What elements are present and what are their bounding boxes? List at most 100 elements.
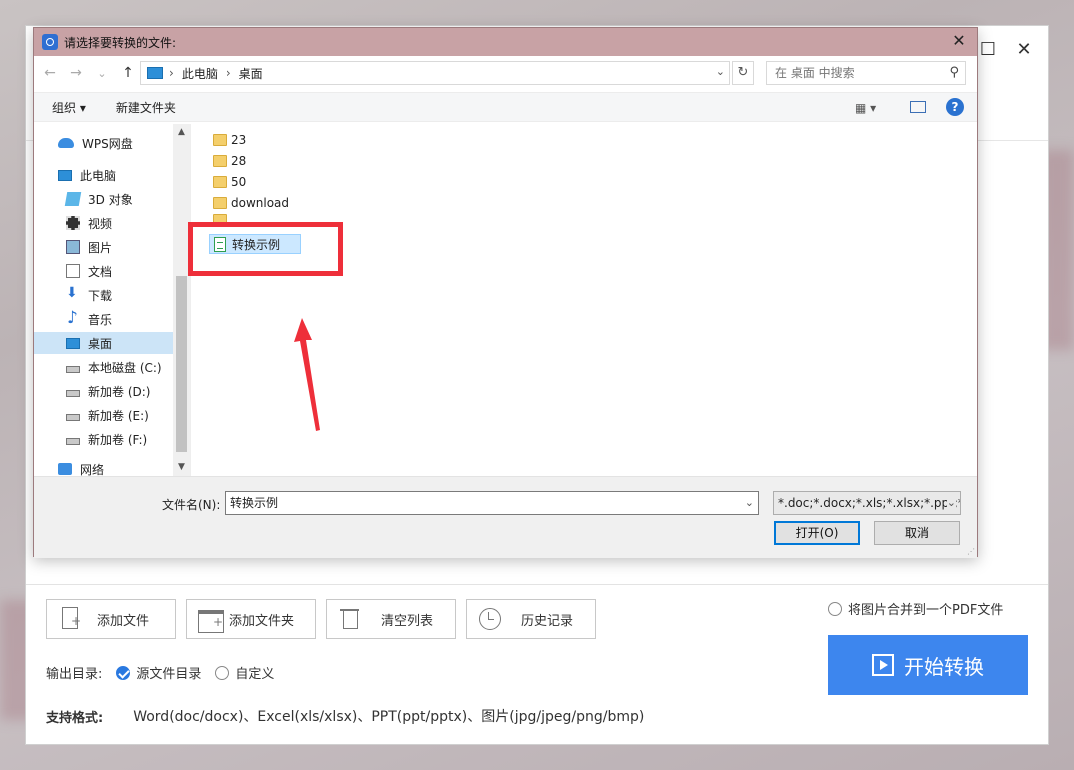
forward-arrow-icon[interactable]: → — [66, 65, 86, 81]
disk-icon — [66, 365, 80, 373]
nav-item-music[interactable]: 音乐 — [34, 308, 173, 330]
output-custom-label: 自定义 — [235, 667, 275, 682]
preview-pane-icon[interactable] — [910, 101, 926, 113]
output-source-radio[interactable] — [116, 665, 131, 680]
file-item-folder[interactable]: 23 — [213, 130, 246, 150]
navigation-bar: ← → ⌄ ↑ › 此电脑 › 桌面 ⌄ ↻ 在 桌面 中搜索 ⚲ — [34, 58, 977, 88]
file-open-dialog: 请选择要转换的文件: ✕ ← → ⌄ ↑ › 此电脑 › 桌面 ⌄ ↻ 在 桌面… — [33, 27, 978, 558]
nav-item-drive-f[interactable]: 新加卷 (F:) — [34, 428, 173, 450]
up-arrow-icon[interactable]: ↑ — [118, 65, 138, 81]
file-item-folder[interactable]: download — [213, 193, 289, 213]
start-convert-label: 开始转换 — [904, 654, 984, 679]
nav-item-desktop[interactable]: 桌面 — [34, 332, 173, 354]
file-item-folder-partial[interactable] — [213, 214, 231, 222]
add-folder-button[interactable]: 添加文件夹 — [186, 599, 316, 639]
disk-icon — [66, 413, 80, 421]
filetype-select[interactable]: *.doc;*.docx;*.xls;*.xlsx;*.ppt;*.pptx ⌄ — [773, 491, 961, 515]
add-file-button[interactable]: 添加文件 — [46, 599, 176, 639]
filename-input[interactable]: 转换示例 ⌄ — [225, 491, 759, 515]
breadcrumb-separator: › — [169, 66, 174, 80]
video-icon — [66, 216, 80, 230]
nav-scrollbar[interactable]: ▲ ▼ — [173, 124, 190, 476]
close-icon[interactable]: ✕ — [949, 31, 969, 51]
folder-icon — [213, 197, 227, 209]
disk-icon — [66, 437, 80, 445]
file-name: download — [231, 196, 290, 210]
merge-images-option[interactable]: 将图片合并到一个PDF文件 — [828, 599, 1003, 618]
chevron-down-icon[interactable]: ⌄ — [716, 65, 725, 78]
nav-item-drive-c[interactable]: 本地磁盘 (C:) — [34, 356, 173, 378]
output-source-label: 源文件目录 — [136, 667, 202, 682]
output-custom-radio[interactable] — [215, 665, 230, 680]
nav-item-label: 新加卷 (E:) — [88, 408, 149, 423]
picture-icon — [66, 240, 80, 254]
nav-item-drive-d[interactable]: 新加卷 (D:) — [34, 380, 173, 402]
start-convert-button[interactable]: 开始转换 — [828, 635, 1028, 695]
chevron-up-icon[interactable]: ▲ — [173, 127, 190, 137]
disk-icon — [66, 389, 80, 397]
document-icon — [66, 264, 80, 278]
file-item-folder[interactable]: 50 — [213, 172, 246, 192]
maximize-icon[interactable]: ☐ — [978, 40, 998, 60]
cancel-button[interactable]: 取消 — [874, 521, 960, 545]
open-button[interactable]: 打开(O) — [774, 521, 860, 545]
nav-item-label: 桌面 — [88, 336, 113, 351]
address-bar[interactable]: › 此电脑 › 桌面 ⌄ — [140, 61, 730, 85]
desktop-icon — [66, 337, 80, 349]
dialog-title-bar[interactable]: 请选择要转换的文件: ✕ — [34, 28, 977, 56]
history-button[interactable]: 历史记录 — [466, 599, 596, 639]
chevron-down-icon[interactable]: ▼ — [173, 462, 190, 472]
file-item-folder[interactable]: 28 — [213, 151, 246, 171]
search-input[interactable]: 在 桌面 中搜索 ⚲ — [766, 61, 966, 85]
folder-icon — [213, 214, 227, 222]
3d-objects-icon — [64, 192, 82, 206]
history-label: 历史记录 — [521, 613, 574, 629]
nav-item-wps-cloud[interactable]: WPS网盘 — [34, 132, 173, 154]
breadcrumb-desktop[interactable]: 桌面 — [239, 65, 263, 82]
nav-item-label: 音乐 — [88, 312, 113, 327]
organize-menu[interactable]: 组织 ▾ — [52, 99, 86, 116]
close-icon[interactable]: ✕ — [1014, 40, 1034, 60]
breadcrumb-this-pc[interactable]: 此电脑 — [182, 65, 218, 82]
nav-item-downloads[interactable]: 下载 — [34, 284, 173, 306]
play-icon — [872, 654, 894, 676]
nav-item-this-pc[interactable]: 此电脑 — [34, 164, 173, 186]
folder-icon — [213, 155, 227, 167]
clear-list-button[interactable]: 清空列表 — [326, 599, 456, 639]
clear-list-label: 清空列表 — [381, 613, 434, 629]
output-custom-option[interactable]: 自定义 — [215, 663, 274, 682]
nav-item-documents[interactable]: 文档 — [34, 260, 173, 282]
filename-label: 文件名(N): — [162, 498, 221, 512]
chevron-down-icon[interactable]: ⌄ — [745, 492, 754, 514]
folder-icon — [213, 134, 227, 146]
resize-grip-icon[interactable]: ⋰ — [967, 547, 975, 556]
nav-item-label: 此电脑 — [80, 168, 117, 183]
nav-item-label: 新加卷 (D:) — [88, 384, 151, 399]
nav-item-label: 视频 — [88, 216, 113, 231]
highlight-box — [188, 222, 343, 276]
annotation-arrow — [294, 318, 320, 431]
dialog-footer: 文件名(N): 转换示例 ⌄ *.doc;*.docx;*.xls;*.xlsx… — [34, 476, 977, 558]
computer-icon — [58, 169, 72, 181]
refresh-icon[interactable]: ↻ — [732, 61, 754, 85]
scrollbar-thumb[interactable] — [176, 276, 187, 452]
back-arrow-icon[interactable]: ← — [40, 65, 60, 81]
output-source-option[interactable]: 源文件目录 — [116, 663, 201, 682]
nav-item-label: 3D 对象 — [88, 192, 133, 207]
add-file-label: 添加文件 — [97, 613, 150, 629]
nav-item-videos[interactable]: 视频 — [34, 212, 173, 234]
nav-item-drive-e[interactable]: 新加卷 (E:) — [34, 404, 173, 426]
nav-item-pictures[interactable]: 图片 — [34, 236, 173, 258]
new-folder-button[interactable]: 新建文件夹 — [116, 99, 176, 116]
search-placeholder: 在 桌面 中搜索 — [775, 66, 855, 80]
nav-item-3d-objects[interactable]: 3D 对象 — [34, 188, 173, 210]
nav-item-label: WPS网盘 — [82, 136, 133, 151]
recent-locations-icon[interactable]: ⌄ — [92, 67, 112, 80]
chevron-down-icon[interactable]: ⌄ — [946, 492, 956, 514]
app-logo-icon — [42, 34, 58, 50]
merge-images-radio[interactable] — [828, 601, 842, 616]
view-options-icon[interactable]: ▦ ▾ — [855, 101, 876, 115]
download-icon — [66, 285, 80, 302]
help-icon[interactable]: ? — [946, 98, 964, 116]
cloud-icon — [58, 138, 74, 148]
